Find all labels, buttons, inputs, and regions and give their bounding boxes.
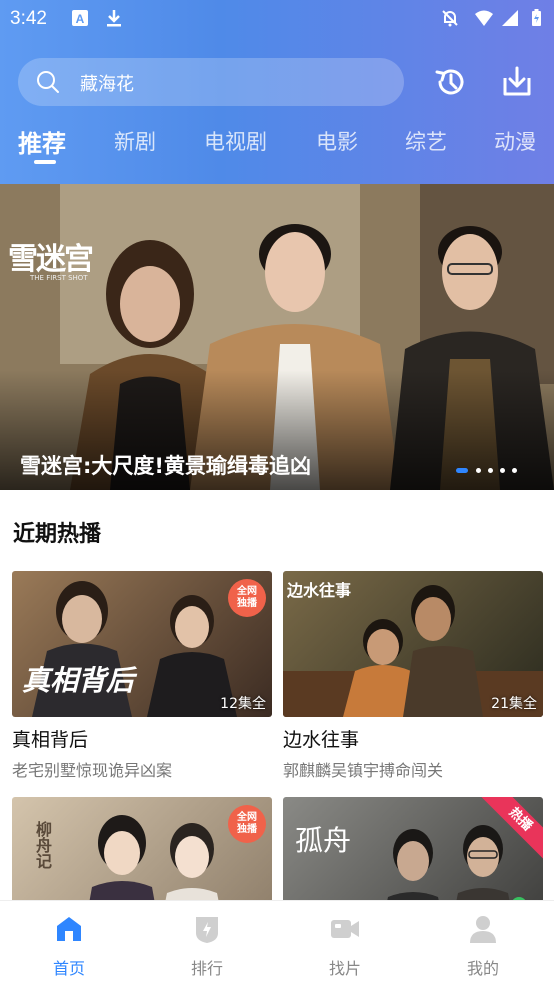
card-title: 边水往事 [283,729,360,751]
page-dot-5[interactable] [512,468,517,473]
card-title: 真相背后 [12,729,89,751]
home-icon [57,917,81,941]
show-card[interactable]: 柳舟记 全网 独播 [12,797,272,900]
cell-signal-icon [502,10,518,26]
banner-pagination [456,468,526,474]
tab-variety[interactable]: 综艺 [405,126,447,156]
nav-label: 首页 [52,959,85,978]
video-camera-icon [331,920,359,938]
poster-title: 孤舟 [295,824,352,857]
search-bar[interactable]: 藏海花 [18,58,404,106]
translate-icon: A [72,10,88,26]
page-dot-2[interactable] [476,468,481,473]
tab-new-dramas[interactable]: 新剧 [114,126,156,156]
exclusive-badge: 全网 独播 [228,805,266,843]
page-dot-1[interactable] [456,468,468,473]
ranking-icon [196,917,218,943]
poster-image: 边水往事 21集全 [283,571,543,717]
search-icon [37,71,59,93]
nav-profile[interactable]: 我的 [414,901,552,984]
exclusive-badge: 全网 独播 [228,579,266,617]
poster-image: 真相背后 全网 独播 12集全 [12,571,272,717]
svg-text:A: A [76,12,85,26]
card-subtitle: 老宅别墅惊现诡异凶案 [12,761,173,780]
section-title: 近期热播 [13,522,102,547]
user-icon [470,916,496,943]
show-card[interactable]: 孤舟 热播 [283,797,543,900]
tab-recommend[interactable]: 推荐 [18,124,66,159]
status-time: 3:42 [10,8,47,29]
nav-find[interactable]: 找片 [276,901,414,984]
show-card[interactable]: 边水往事 21集全 边水往事 郭麒麟吴镇宇搏命闯关 [283,571,543,781]
poster-title: 柳舟记 [33,821,52,869]
poster-title: 真相背后 [22,664,135,697]
featured-banner[interactable]: 雪迷宫 THE FIRST SHOT 雪迷宫:大尺度!黄景瑜缉毒追凶 [0,184,554,490]
nav-home[interactable]: 首页 [0,901,138,984]
tab-movies[interactable]: 电影 [316,126,358,156]
wifi-icon [475,10,493,26]
download-status-icon [107,10,121,27]
episode-count: 21集全 [491,696,537,712]
search-query: 藏海花 [80,74,134,95]
tab-indicator [34,160,56,164]
status-bar: 3:42 A [0,0,554,38]
nav-label: 排行 [190,959,223,978]
page-dot-4[interactable] [500,468,505,473]
poster-image: 孤舟 热播 [283,797,543,900]
battery-icon [532,9,541,26]
episode-count: 12集全 [220,696,266,712]
page-dot-3[interactable] [488,468,493,473]
history-icon[interactable] [432,64,468,100]
card-subtitle: 郭麒麟吴镇宇搏命闯关 [283,761,444,780]
banner-caption: 雪迷宫:大尺度!黄景瑜缉毒追凶 [20,454,311,478]
nav-label: 找片 [328,959,361,978]
banner-logo-subtitle: THE FIRST SHOT [30,274,88,282]
bottom-navigation: 首页 排行 找片 我的 [0,900,554,984]
tab-anime[interactable]: 动漫 [494,126,536,156]
notifications-off-icon [442,10,458,27]
tab-tv-series[interactable]: 电视剧 [204,126,267,156]
download-icon[interactable] [499,64,535,100]
poster-image: 柳舟记 全网 独播 [12,797,272,900]
banner-logo: 雪迷宫 [8,242,94,277]
nav-label: 我的 [466,959,499,978]
poster-title: 边水往事 [287,581,352,600]
category-tabs: 推荐 新剧 电视剧 电影 综艺 动漫 [0,126,554,166]
show-card[interactable]: 真相背后 全网 独播 12集全 真相背后 老宅别墅惊现诡异凶案 [12,571,272,781]
nav-ranking[interactable]: 排行 [138,901,276,984]
